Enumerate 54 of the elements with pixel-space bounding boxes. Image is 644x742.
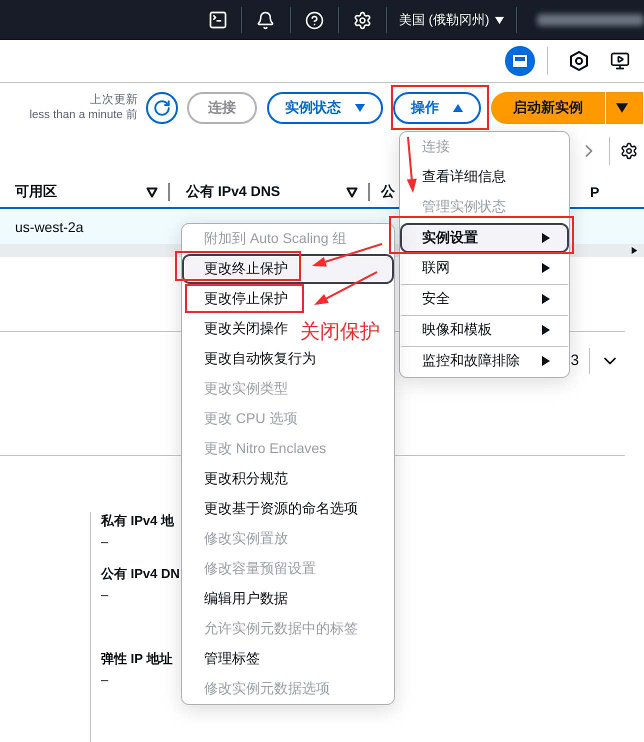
caret-up-icon (453, 103, 463, 113)
section-text: 3 (570, 352, 579, 369)
filter-icon[interactable] (346, 186, 358, 198)
settings-icon[interactable] (620, 142, 638, 160)
menu-item[interactable]: 联网 (400, 253, 569, 284)
menu-item[interactable]: 管理标签 (182, 644, 278, 674)
caret-down-icon (355, 103, 365, 113)
annotation-note: 关闭保护 (300, 320, 380, 345)
caret-down-icon (495, 16, 504, 24)
dropdown-button[interactable]: 操作 (393, 92, 481, 124)
menu-item[interactable]: 更改终止保护 (182, 254, 394, 284)
launch-dropdown-button[interactable] (605, 92, 643, 124)
detail-label: 私有 IPv4 地 (101, 512, 174, 530)
menu-item[interactable]: 更改停止保护 (182, 284, 306, 314)
dropdown-button[interactable]: 实例状态 (267, 92, 383, 124)
detail-value: – (101, 587, 108, 602)
submenu-arrow-icon (541, 233, 551, 243)
table-cell: us-west-2a (15, 218, 84, 234)
annotation-arrow (406, 136, 417, 193)
column-header[interactable]: 公有 IPv4 DNS (186, 183, 280, 201)
menu-item[interactable]: 更改基于资源的命名选项 (182, 494, 376, 524)
menu-item[interactable]: 映像和模板 (400, 315, 569, 346)
monitor-icon[interactable] (610, 51, 630, 71)
region-selector[interactable]: 美国 (俄勒冈州) (399, 11, 504, 29)
submenu-arrow-icon (541, 263, 551, 273)
detail-value: – (101, 534, 108, 549)
column-header[interactable]: 公 (381, 183, 395, 201)
submenu-arrow-icon (541, 294, 551, 304)
scroll-right-icon (631, 247, 638, 254)
last-updated-time: less than a minute 前 (29, 108, 138, 123)
hexagon-icon[interactable] (568, 50, 590, 72)
column-header[interactable]: 可用区 (15, 183, 57, 201)
refresh-icon (153, 99, 171, 117)
filter-icon[interactable] (146, 186, 158, 198)
last-updated-label: 上次更新 (90, 93, 138, 108)
menu-item[interactable]: 查看详细信息 (400, 162, 569, 192)
menu-item[interactable]: 编辑用户数据 (182, 584, 306, 614)
submenu-arrow-icon (541, 356, 551, 366)
annotation-arrow (314, 271, 378, 305)
detail-label: 弹性 IP 地址 (101, 650, 172, 668)
submenu-arrow-icon (541, 325, 551, 335)
panel-layout-button[interactable] (505, 46, 535, 76)
menu-item[interactable]: 更改积分规范 (182, 464, 306, 494)
menu-item[interactable]: 安全 (400, 284, 569, 315)
detail-label: 公有 IPv4 DN (101, 565, 180, 583)
refresh-button[interactable] (146, 92, 178, 124)
detail-value: – (101, 672, 108, 687)
launch-button[interactable]: 启动新实例 (491, 92, 605, 124)
column-header[interactable]: P (590, 184, 600, 200)
caret-down-icon (616, 102, 628, 114)
menu-item[interactable]: 更改自动恢复行为 (182, 344, 334, 374)
menu-item[interactable]: 实例设置 (400, 223, 569, 253)
window-icon (513, 55, 527, 67)
menu-item[interactable]: 监控和故障排除 (400, 346, 569, 377)
